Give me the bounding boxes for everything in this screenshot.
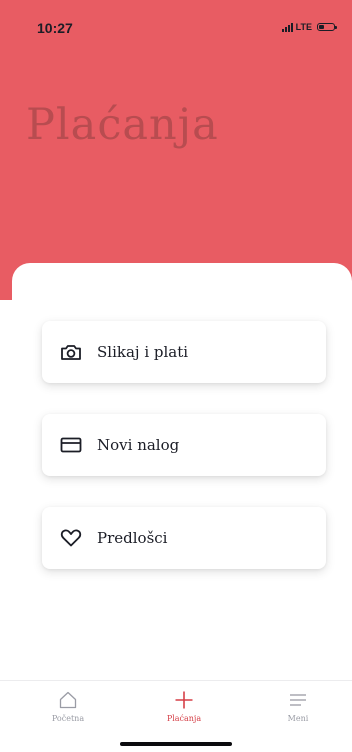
scan-and-pay-label: Slikaj i plati [97, 343, 189, 361]
menu-icon [287, 689, 309, 711]
status-bar: 10:27 LTE [0, 0, 352, 50]
templates-button[interactable]: Predlošci [42, 507, 326, 569]
tab-menu[interactable]: Meni [258, 689, 338, 723]
tab-home-label: Početna [51, 714, 85, 723]
new-order-button[interactable]: Novi nalog [42, 414, 326, 476]
home-indicator[interactable] [120, 742, 232, 746]
tab-payments-label: Plaćanja [166, 714, 202, 723]
new-order-label: Novi nalog [97, 436, 180, 454]
status-time: 10:27 [37, 20, 73, 36]
page-title: Plaćanja [26, 100, 219, 150]
templates-label: Predlošci [97, 529, 168, 547]
scan-and-pay-button[interactable]: Slikaj i plati [42, 321, 326, 383]
header-background: 10:27 LTE Plaćanja [0, 0, 352, 300]
home-icon [57, 689, 79, 711]
plus-icon [173, 689, 195, 711]
camera-icon [60, 341, 82, 363]
card-icon [60, 434, 82, 456]
tab-home[interactable]: Početna [28, 689, 108, 723]
signal-icon [281, 22, 293, 32]
network-label: LTE [295, 22, 312, 32]
payments-screen: 10:27 LTE Plaćanja Slikaj i plati Novi n… [0, 0, 352, 752]
status-indicators: LTE [281, 22, 337, 32]
battery-level [319, 25, 324, 29]
tab-payments[interactable]: Plaćanja [144, 689, 224, 723]
battery-icon [317, 23, 337, 31]
tab-menu-label: Meni [287, 714, 309, 723]
heart-icon [60, 527, 82, 549]
